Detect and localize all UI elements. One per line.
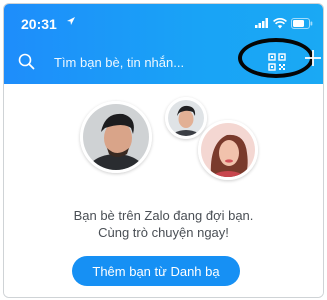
app-header: 20:31 Tìm bạn bè, tin nhắn... <box>4 4 323 84</box>
status-bar: 20:31 <box>4 4 323 42</box>
status-time: 20:31 <box>21 16 57 32</box>
plus-icon[interactable] <box>303 44 323 72</box>
battery-icon <box>291 17 313 29</box>
avatar <box>80 101 152 173</box>
empty-state-message: Bạn bè trên Zalo đang đợi bạn. Cùng trò … <box>4 207 323 241</box>
avatar-young-man-photo <box>168 100 204 136</box>
signal-icon <box>255 18 268 28</box>
app-screen: 20:31 Tìm bạn bè, tin nhắn... Bạn bè trê… <box>3 3 324 298</box>
avatar <box>165 97 207 139</box>
location-arrow-icon <box>67 17 75 25</box>
qr-code-icon[interactable] <box>266 51 288 73</box>
add-friends-from-contacts-button[interactable]: Thêm bạn từ Danh bạ <box>72 256 240 286</box>
empty-state: Bạn bè trên Zalo đang đợi bạn. Cùng trò … <box>4 84 323 297</box>
avatar-woman-photo <box>201 123 255 177</box>
avatar-man-photo <box>83 104 149 170</box>
wifi-icon <box>273 17 287 28</box>
search-icon <box>18 53 35 70</box>
avatar <box>198 120 258 180</box>
search-placeholder[interactable]: Tìm bạn bè, tin nhắn... <box>54 55 184 70</box>
message-line-1: Bạn bè trên Zalo đang đợi bạn. <box>73 208 254 223</box>
message-line-2: Cùng trò chuyện ngay! <box>98 225 229 240</box>
status-indicators <box>255 16 313 30</box>
